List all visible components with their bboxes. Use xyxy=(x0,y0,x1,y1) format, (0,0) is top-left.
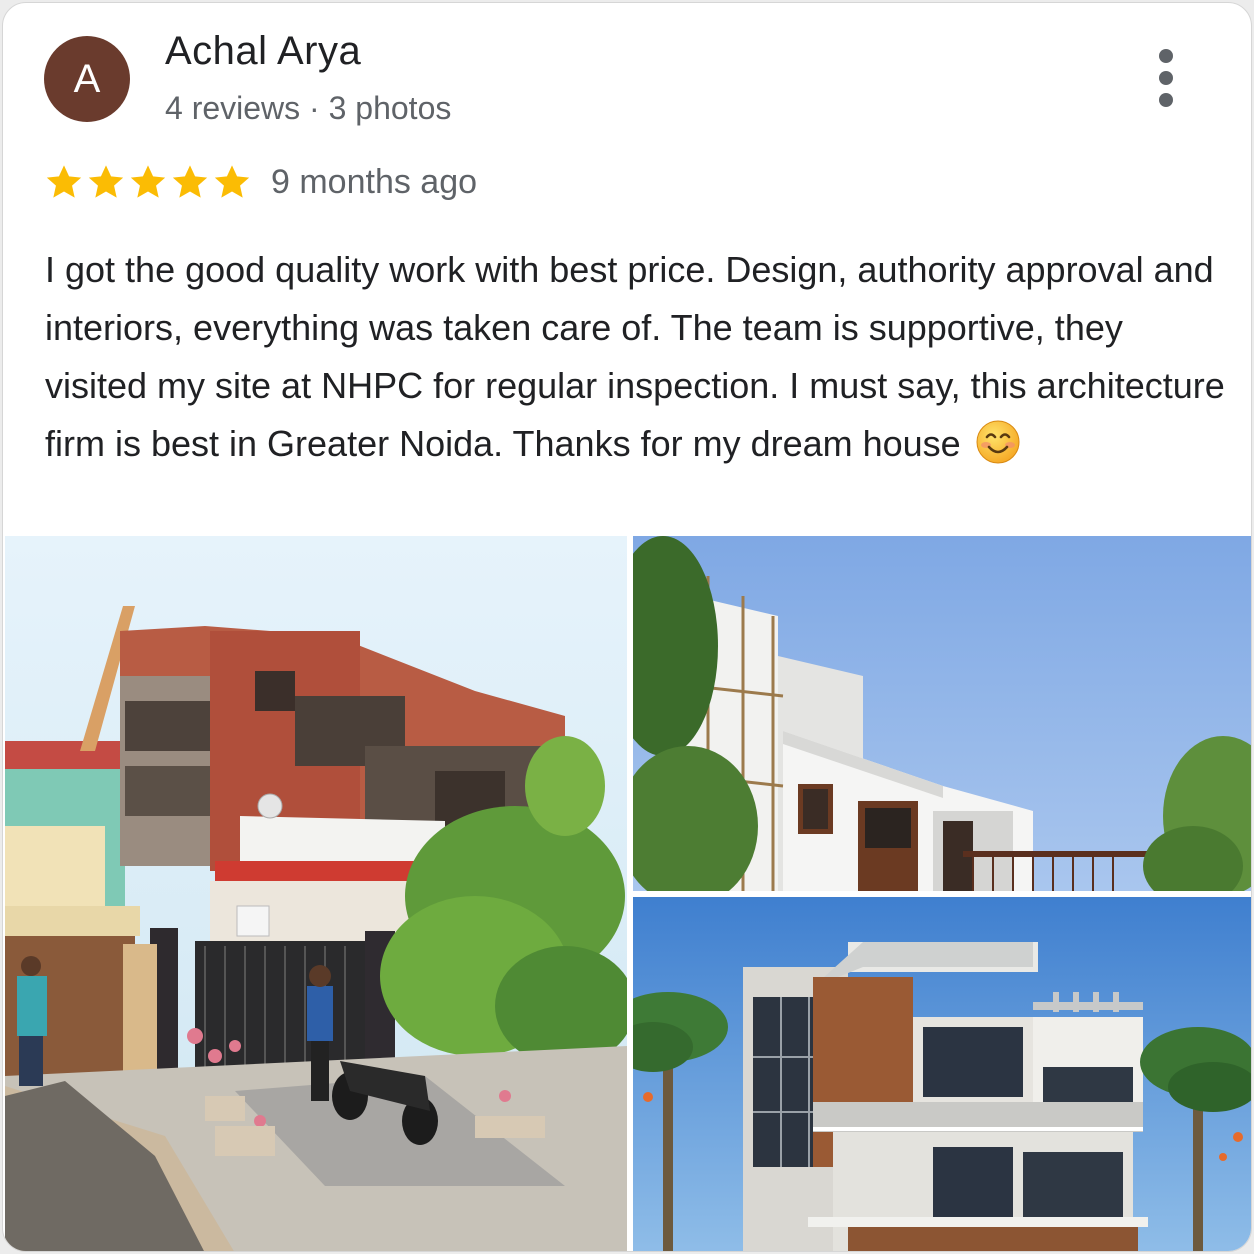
star-rating xyxy=(43,159,253,205)
photo-under-construction-house[interactable] xyxy=(5,536,627,1251)
star-icon xyxy=(88,165,124,198)
star-icon xyxy=(130,165,166,198)
star-icon xyxy=(214,165,250,198)
star-icon xyxy=(172,165,208,198)
smiling-face-emoji xyxy=(976,420,1020,464)
more-options-button[interactable] xyxy=(1149,49,1183,113)
reviewer-name[interactable]: Achal Arya xyxy=(165,29,361,74)
review-text: I got the good quality work with best pr… xyxy=(45,241,1225,473)
reviewer-meta: 4 reviews · 3 photos xyxy=(165,90,452,126)
avatar[interactable]: A xyxy=(44,36,130,122)
review-card: A Achal Arya 4 reviews · 3 photos 9 mont… xyxy=(2,2,1252,1252)
review-body: I got the good quality work with best pr… xyxy=(45,249,1225,464)
star-icon xyxy=(46,165,82,198)
review-time: 9 months ago xyxy=(271,163,478,201)
photo-white-house-scaffolding[interactable] xyxy=(633,536,1251,891)
photo-modern-house-render[interactable] xyxy=(633,897,1251,1251)
more-vert-icon xyxy=(1149,49,1183,107)
